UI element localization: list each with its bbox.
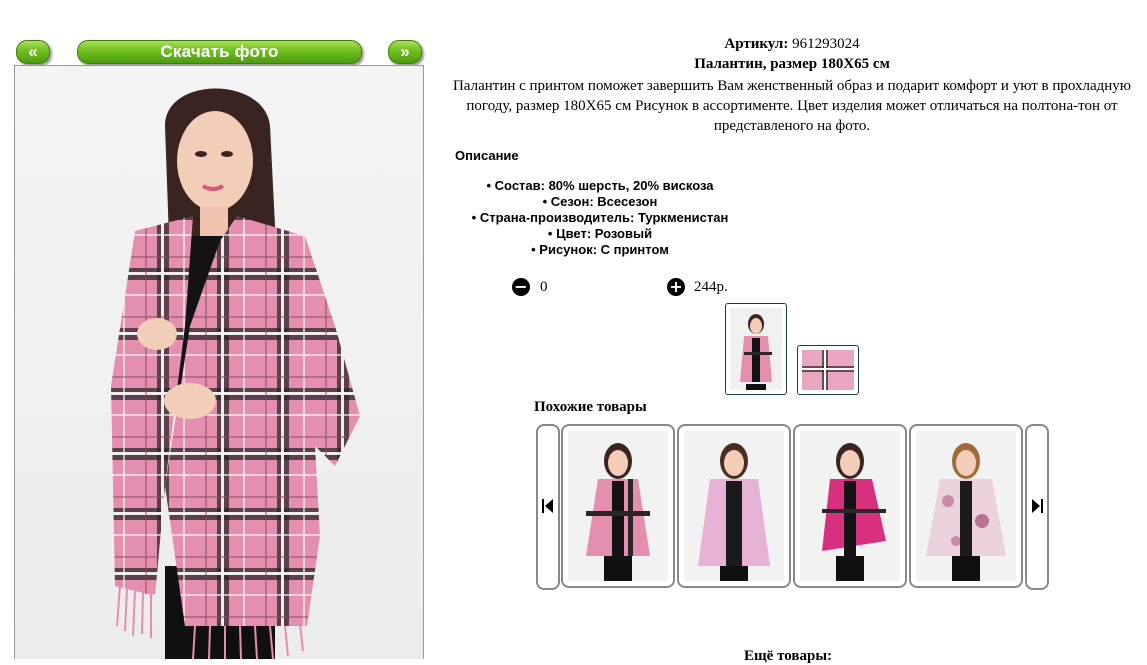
photo-thumbnail-model[interactable] xyxy=(725,303,787,395)
property-item: Страна-производитель: Туркменистан xyxy=(455,210,745,226)
similar-product-card[interactable] xyxy=(561,424,675,588)
property-item: Состав: 80% шерсть, 20% вискоза xyxy=(455,178,745,194)
skip-back-icon xyxy=(542,499,553,513)
carousel-prev-button[interactable] xyxy=(536,424,560,590)
model-wearing-pink-plaid-scarf-image xyxy=(111,88,360,659)
download-photo-button[interactable]: Скачать фото xyxy=(77,40,362,64)
property-item: Рисунок: С принтом xyxy=(455,242,745,258)
similar-product-image xyxy=(698,443,770,581)
properties-list: Состав: 80% шерсть, 20% вискоза Сезон: В… xyxy=(455,178,745,258)
price: 244р. xyxy=(694,279,728,295)
product-description: Палантин с принтом поможет завершить Вам… xyxy=(452,78,1132,134)
similar-product-card[interactable] xyxy=(909,424,1023,588)
similar-product-image xyxy=(586,443,650,581)
article-number: 961293024 xyxy=(792,36,860,52)
article-line: Артикул: 961293024 xyxy=(452,36,1132,53)
carousel-next-button[interactable] xyxy=(1025,424,1049,590)
similar-product-image xyxy=(926,443,1006,581)
similar-product-card[interactable] xyxy=(793,424,907,588)
article-label: Артикул: xyxy=(724,36,789,52)
more-products-heading: Ещё товары: xyxy=(744,648,833,664)
similar-product-card[interactable] xyxy=(677,424,791,588)
similar-products-heading: Похожие товары xyxy=(534,399,647,415)
next-photo-button[interactable]: » xyxy=(388,40,422,64)
prev-photo-button[interactable]: « xyxy=(16,40,50,64)
main-product-photo xyxy=(14,65,424,659)
similar-product-image xyxy=(822,443,886,581)
description-heading: Описание xyxy=(455,148,519,163)
minus-icon[interactable]: − xyxy=(512,278,530,296)
property-item: Сезон: Всесезон xyxy=(455,194,745,210)
product-title: Палантин, размер 180Х65 см xyxy=(694,56,890,72)
plus-icon[interactable]: + xyxy=(667,278,685,296)
quantity-value: 0 xyxy=(540,279,548,295)
photo-thumbnail-fabric[interactable] xyxy=(797,345,859,395)
skip-forward-icon xyxy=(1032,499,1043,513)
property-item: Цвет: Розовый xyxy=(455,226,745,242)
